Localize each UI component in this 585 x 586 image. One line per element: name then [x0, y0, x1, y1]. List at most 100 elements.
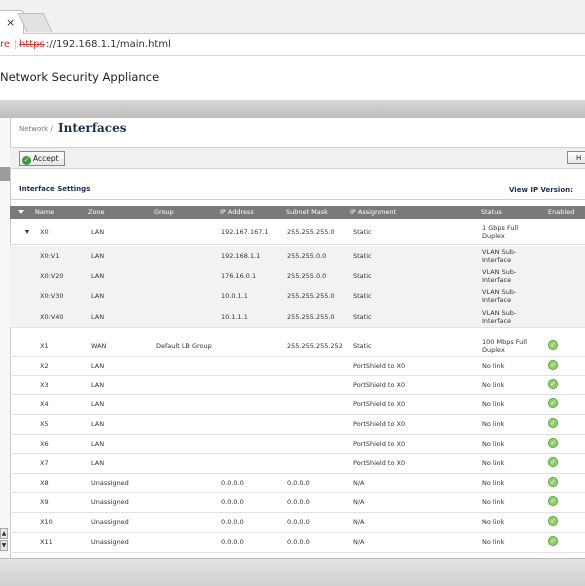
- expand-row-icon[interactable]: [25, 230, 29, 234]
- cell-subnet-mask: 0.0.0.0: [287, 479, 310, 487]
- cell-status: No link: [482, 538, 505, 546]
- scroll-up-button[interactable]: ▲: [0, 528, 8, 539]
- cell-zone: LAN: [91, 381, 105, 389]
- check-circle-icon[interactable]: ✓: [548, 477, 558, 487]
- column-header-subnet-mask[interactable]: Subnet Mask: [286, 206, 328, 219]
- sort-arrow-icon[interactable]: [18, 210, 24, 214]
- cell-ip-assignment: Static: [353, 313, 372, 321]
- address-bar[interactable]: re | https ://192.168.1.1/main.html: [0, 34, 585, 56]
- cell-name[interactable]: X0: [40, 228, 49, 236]
- close-tab-icon[interactable]: ×: [6, 16, 15, 29]
- table-row[interactable]: X0:V1 LAN 192.168.1.1 255.255.0.0 Static VLAN…: [10, 246, 585, 267]
- cell-name[interactable]: X0:V40: [40, 313, 64, 321]
- check-circle-icon[interactable]: ✓: [548, 398, 558, 408]
- cell-ip-address: 0.0.0.0: [221, 498, 244, 506]
- table-row[interactable]: X10 Unassigned 0.0.0.0 0.0.0.0 N/A No link ✓: [10, 512, 585, 533]
- accept-button[interactable]: ✓ Accept: [19, 151, 65, 166]
- table-row[interactable]: X0:V30 LAN 10.0.1.1 255.255.255.0 Static VLAN…: [10, 286, 585, 307]
- scroll-down-button[interactable]: ▼: [0, 540, 8, 551]
- check-circle-icon[interactable]: ✓: [548, 438, 558, 448]
- cell-status: No link: [482, 440, 505, 448]
- table-row[interactable]: X4 LAN PortShield to X0 No link ✓: [10, 394, 585, 415]
- status-bar: [0, 558, 585, 586]
- column-header-zone[interactable]: Zone: [88, 206, 105, 219]
- table-row[interactable]: X7 LAN PortShield to X0 No link ✓: [10, 453, 585, 474]
- cell-status: No link: [482, 420, 505, 428]
- table-row[interactable]: X5 LAN PortShield to X0 No link ✓: [10, 414, 585, 435]
- cell-name[interactable]: X0:V1: [40, 252, 59, 260]
- check-circle-icon[interactable]: ✓: [548, 418, 558, 428]
- cell-status: No link: [482, 459, 505, 467]
- cell-name[interactable]: X1: [40, 342, 49, 350]
- cell-name[interactable]: X3: [40, 381, 49, 389]
- cell-name[interactable]: X5: [40, 420, 49, 428]
- section-title: Interface Settings: [19, 185, 91, 193]
- table-row[interactable]: X1 WAN Default LB Group 255.255.255.252 Stat…: [10, 336, 585, 357]
- page-title: Interfaces: [58, 121, 127, 135]
- cell-zone: LAN: [91, 400, 105, 408]
- cell-status: VLAN Sub-Interface: [482, 248, 517, 264]
- breadcrumb[interactable]: Network /: [19, 125, 53, 133]
- cell-zone: Unassigned: [91, 479, 129, 487]
- cell-subnet-mask: 255.255.255.0: [287, 292, 335, 300]
- cell-zone: LAN: [91, 252, 105, 260]
- check-circle-icon[interactable]: ✓: [548, 360, 558, 370]
- cell-status: No link: [482, 518, 505, 526]
- cell-ip-assignment: Static: [353, 292, 372, 300]
- cell-zone: LAN: [91, 272, 105, 280]
- cell-ip-address: 0.0.0.0: [221, 538, 244, 546]
- table-row[interactable]: X2 LAN PortShield to X0 No link ✓: [10, 356, 585, 376]
- table-row[interactable]: X3 LAN PortShield to X0 No link ✓: [10, 375, 585, 395]
- left-nav-selected-item[interactable]: [0, 167, 10, 181]
- cell-name[interactable]: X0:V20: [40, 272, 64, 280]
- cell-status: No link: [482, 400, 505, 408]
- cell-ip-address: 192.167.167.1: [221, 228, 269, 236]
- table-row[interactable]: X6 LAN PortShield to X0 No link ✓: [10, 434, 585, 454]
- column-header-name[interactable]: Name: [35, 206, 54, 219]
- cell-name[interactable]: X11: [40, 538, 53, 546]
- cell-zone: Unassigned: [91, 518, 129, 526]
- column-header-enabled[interactable]: Enabled: [548, 206, 574, 219]
- cell-zone: Unassigned: [91, 538, 129, 546]
- cell-name[interactable]: X2: [40, 362, 49, 370]
- cell-zone: LAN: [91, 292, 105, 300]
- cell-subnet-mask: 255.255.255.0: [287, 313, 335, 321]
- security-warning-label[interactable]: re: [0, 34, 10, 55]
- cell-subnet-mask: 255.255.255.252: [287, 342, 343, 350]
- check-circle-icon[interactable]: ✓: [548, 379, 558, 389]
- column-header-ip-assignment[interactable]: IP Assignment: [350, 206, 396, 219]
- help-button[interactable]: H: [567, 151, 585, 164]
- column-header-ip-address[interactable]: IP Address: [220, 206, 254, 219]
- check-circle-icon[interactable]: ✓: [548, 340, 558, 350]
- cell-name[interactable]: X6: [40, 440, 49, 448]
- cell-zone: LAN: [91, 459, 105, 467]
- cell-ip-assignment: N/A: [353, 479, 365, 487]
- cell-zone: LAN: [91, 313, 105, 321]
- url-scheme: https: [19, 39, 45, 50]
- cell-status: VLAN Sub-Interface: [482, 309, 517, 325]
- column-header-status[interactable]: Status: [481, 206, 502, 219]
- column-header-group[interactable]: Group: [154, 206, 174, 219]
- url-path: ://192.168.1.1/main.html: [46, 39, 171, 50]
- table-row[interactable]: X0:V40 LAN 10.1.1.1 255.255.255.0 Static VLAN…: [10, 306, 585, 328]
- table-row[interactable]: X11 Unassigned 0.0.0.0 0.0.0.0 N/A No link ✓: [10, 532, 585, 553]
- cell-name[interactable]: X7: [40, 459, 49, 467]
- check-circle-icon[interactable]: ✓: [548, 536, 558, 546]
- table-row[interactable]: X9 Unassigned 0.0.0.0 0.0.0.0 N/A No link ✓: [10, 492, 585, 513]
- cell-ip-assignment: PortShield to X0: [353, 400, 406, 408]
- check-circle-icon[interactable]: ✓: [548, 516, 558, 526]
- cell-ip-address: 10.0.1.1: [221, 292, 248, 300]
- cell-name[interactable]: X10: [40, 518, 53, 526]
- table-row[interactable]: X0:V20 LAN 176.16.0.1 255.255.0.0 Static VLAN…: [10, 266, 585, 287]
- table-row[interactable]: X8 Unassigned 0.0.0.0 0.0.0.0 N/A No link ✓: [10, 473, 585, 493]
- cell-name[interactable]: X4: [40, 400, 49, 408]
- check-circle-icon[interactable]: ✓: [548, 496, 558, 506]
- table-header: Name Zone Group IP Address Subnet Mask I…: [10, 206, 585, 219]
- cell-name[interactable]: X0:V30: [40, 292, 64, 300]
- cell-name[interactable]: X9: [40, 498, 49, 506]
- table-row[interactable]: X0 LAN 192.167.167.1 255.255.255.0 Static 1 G…: [10, 220, 585, 245]
- cell-name[interactable]: X8: [40, 479, 49, 487]
- check-circle-icon[interactable]: ✓: [548, 457, 558, 467]
- view-ip-version-label[interactable]: View IP Version:: [509, 186, 573, 194]
- cell-ip-address: 0.0.0.0: [221, 479, 244, 487]
